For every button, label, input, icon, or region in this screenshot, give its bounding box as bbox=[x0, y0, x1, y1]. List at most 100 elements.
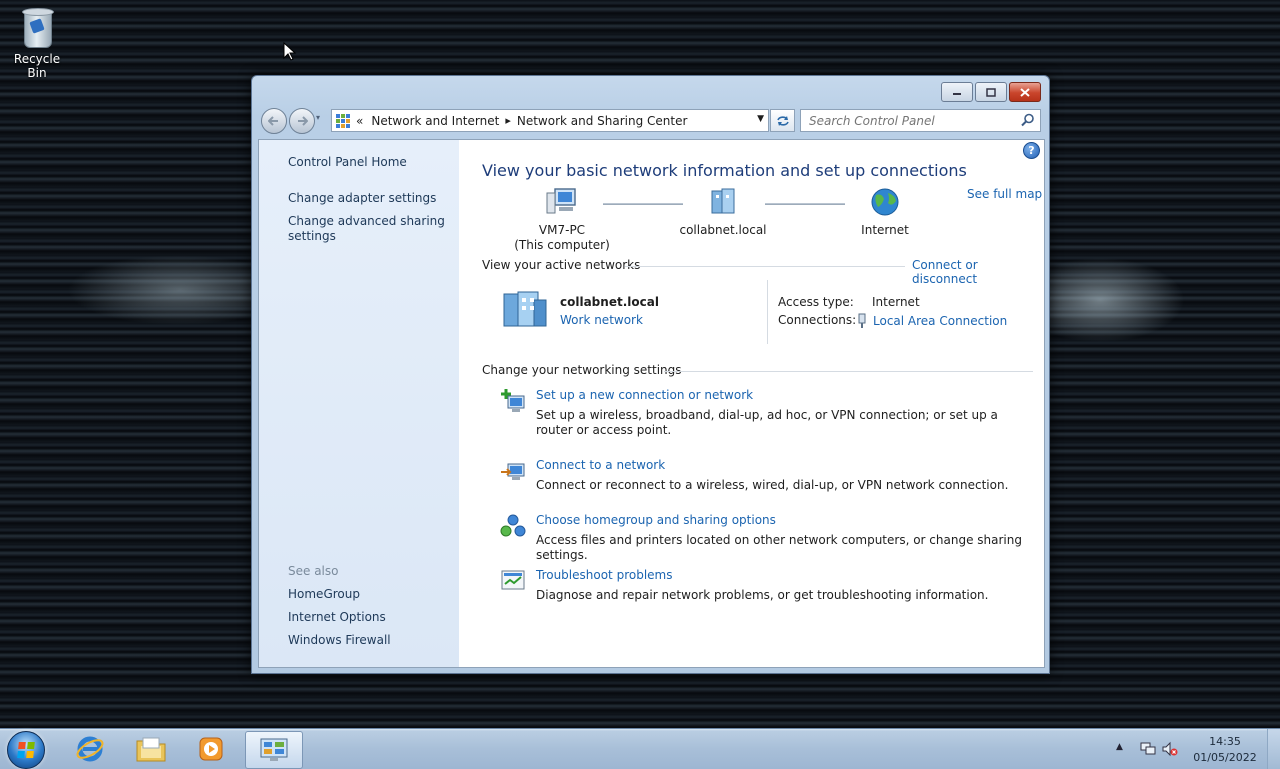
breadcrumb-network-sharing-center[interactable]: Network and Sharing Center bbox=[517, 114, 688, 128]
media-player-icon bbox=[199, 737, 223, 761]
connect-or-disconnect-link[interactable]: Connect or disconnect bbox=[912, 258, 1044, 286]
see-also-windows-firewall[interactable]: Windows Firewall bbox=[288, 633, 391, 647]
homegroup-icon bbox=[500, 514, 526, 537]
see-also-internet-options[interactable]: Internet Options bbox=[288, 610, 386, 624]
maximize-icon bbox=[986, 87, 996, 97]
connect-network-icon bbox=[501, 463, 525, 480]
network-icon bbox=[711, 188, 735, 214]
search-icon[interactable] bbox=[1021, 113, 1035, 127]
control-panel-icon bbox=[336, 113, 350, 128]
network-tray-icon[interactable] bbox=[1140, 741, 1156, 757]
address-overflow-chevron[interactable]: « bbox=[356, 114, 363, 128]
active-network-name: collabnet.local bbox=[560, 295, 659, 309]
local-area-connection-link[interactable]: Local Area Connection bbox=[857, 313, 1007, 329]
network-type-link[interactable]: Work network bbox=[560, 313, 643, 327]
taskbar-windows-explorer[interactable] bbox=[123, 731, 179, 767]
recycle-bin-icon bbox=[20, 6, 54, 48]
access-type-label: Access type: bbox=[778, 295, 854, 309]
new-connection-icon bbox=[501, 389, 525, 412]
sidebar-change-advanced-sharing[interactable]: Change advanced sharing settings bbox=[288, 214, 448, 244]
task-new-connection-link[interactable]: Set up a new connection or network bbox=[536, 388, 753, 402]
divider-2 bbox=[664, 371, 1033, 372]
map-link-line-2 bbox=[765, 203, 845, 205]
clock-time: 14:35 bbox=[1209, 735, 1241, 748]
taskbar-control-panel[interactable] bbox=[245, 731, 303, 769]
close-button[interactable] bbox=[1009, 82, 1041, 102]
troubleshoot-icon bbox=[501, 570, 525, 590]
clock[interactable]: 14:35 01/05/2022 bbox=[1190, 734, 1260, 766]
address-bar[interactable]: « Network and Internet ▸ Network and Sha… bbox=[331, 109, 769, 132]
help-icon[interactable]: ? bbox=[1023, 142, 1040, 159]
window-content: Control Panel Home Change adapter settin… bbox=[258, 139, 1045, 668]
forward-arrow-icon bbox=[298, 116, 308, 126]
network-node-name: collabnet.local bbox=[679, 223, 767, 237]
taskbar-media-player[interactable] bbox=[183, 731, 239, 767]
settings-heading: Change your networking settings bbox=[482, 363, 682, 377]
sidebar-change-adapter-settings[interactable]: Change adapter settings bbox=[288, 191, 436, 205]
back-arrow-icon bbox=[268, 116, 278, 126]
connection-name[interactable]: Local Area Connection bbox=[873, 314, 1007, 328]
show-desktop-button[interactable] bbox=[1267, 729, 1280, 769]
windows-explorer-icon bbox=[136, 737, 166, 762]
sidebar: Control Panel Home Change adapter settin… bbox=[259, 140, 459, 667]
taskbar: ▲ 14:35 01/05/2022 bbox=[0, 728, 1280, 769]
page-title: View your basic network information and … bbox=[482, 161, 967, 180]
map-link-line bbox=[603, 203, 683, 205]
divider bbox=[625, 266, 905, 267]
task-troubleshoot-link[interactable]: Troubleshoot problems bbox=[536, 568, 672, 582]
work-network-icon[interactable] bbox=[500, 290, 550, 333]
breadcrumb-network-and-internet[interactable]: Network and Internet bbox=[371, 114, 499, 128]
access-type-value: Internet bbox=[872, 295, 920, 309]
address-dropdown-icon[interactable]: ▼ bbox=[757, 114, 764, 124]
windows-logo-icon bbox=[17, 742, 35, 758]
recycle-bin-label: Recycle Bin bbox=[13, 52, 61, 80]
refresh-icon bbox=[776, 115, 789, 126]
see-full-map-link[interactable]: See full map bbox=[967, 187, 1042, 201]
control-panel-icon bbox=[260, 738, 288, 761]
see-also-homegroup[interactable]: HomeGroup bbox=[288, 587, 360, 601]
connections-label: Connections: bbox=[778, 313, 857, 327]
close-icon bbox=[1020, 87, 1030, 97]
computer-subtitle: (This computer) bbox=[514, 238, 610, 252]
caption-buttons bbox=[939, 82, 1041, 102]
recent-pages-dropdown[interactable]: ▾ bbox=[316, 113, 324, 122]
task-troubleshoot-desc: Diagnose and repair network problems, or… bbox=[536, 588, 989, 602]
refresh-button[interactable] bbox=[770, 109, 795, 132]
clock-date: 01/05/2022 bbox=[1193, 751, 1257, 764]
search-input[interactable] bbox=[807, 112, 1021, 129]
back-button[interactable] bbox=[261, 108, 287, 134]
map-internet-node[interactable]: Internet bbox=[835, 187, 935, 238]
sidebar-control-panel-home[interactable]: Control Panel Home bbox=[288, 155, 407, 169]
see-also-heading: See also bbox=[288, 564, 339, 578]
task-new-connection-desc: Set up a wireless, broadband, dial-up, a… bbox=[536, 408, 998, 437]
computer-name: VM7-PC bbox=[538, 223, 586, 237]
maximize-button[interactable] bbox=[975, 82, 1007, 102]
internet-node-name: Internet bbox=[861, 223, 909, 237]
task-homegroup-link[interactable]: Choose homegroup and sharing options bbox=[536, 513, 776, 527]
map-network-node[interactable]: collabnet.local bbox=[673, 187, 773, 238]
start-button[interactable] bbox=[7, 731, 45, 769]
network-sharing-center-window: ▾ « Network and Internet ▸ Network and S… bbox=[251, 75, 1050, 674]
map-computer-node: VM7-PC (This computer) bbox=[512, 187, 612, 253]
taskbar-internet-explorer[interactable] bbox=[62, 731, 118, 767]
globe-icon bbox=[871, 188, 899, 216]
vertical-divider bbox=[767, 280, 768, 344]
search-box bbox=[800, 109, 1041, 132]
minimize-icon bbox=[953, 93, 961, 95]
task-homegroup-desc: Access files and printers located on oth… bbox=[536, 533, 1022, 562]
mouse-cursor-icon bbox=[283, 42, 297, 61]
ethernet-icon bbox=[858, 313, 866, 328]
internet-explorer-icon bbox=[76, 736, 104, 762]
active-networks-heading: View your active networks bbox=[482, 258, 641, 272]
task-connect-network-link[interactable]: Connect to a network bbox=[536, 458, 665, 472]
main-panel: ? View your basic network information an… bbox=[459, 140, 1044, 667]
volume-muted-icon[interactable] bbox=[1162, 741, 1178, 757]
task-connect-network-desc: Connect or reconnect to a wireless, wire… bbox=[536, 478, 1009, 492]
navigation-bar: ▾ « Network and Internet ▸ Network and S… bbox=[259, 108, 1042, 134]
computer-icon bbox=[546, 188, 576, 214]
breadcrumb-separator-icon[interactable]: ▸ bbox=[505, 114, 511, 127]
forward-button[interactable] bbox=[289, 108, 315, 134]
show-hidden-icons-icon[interactable]: ▲ bbox=[1116, 742, 1123, 752]
minimize-button[interactable] bbox=[941, 82, 973, 102]
recycle-bin[interactable]: Recycle Bin bbox=[4, 6, 70, 80]
